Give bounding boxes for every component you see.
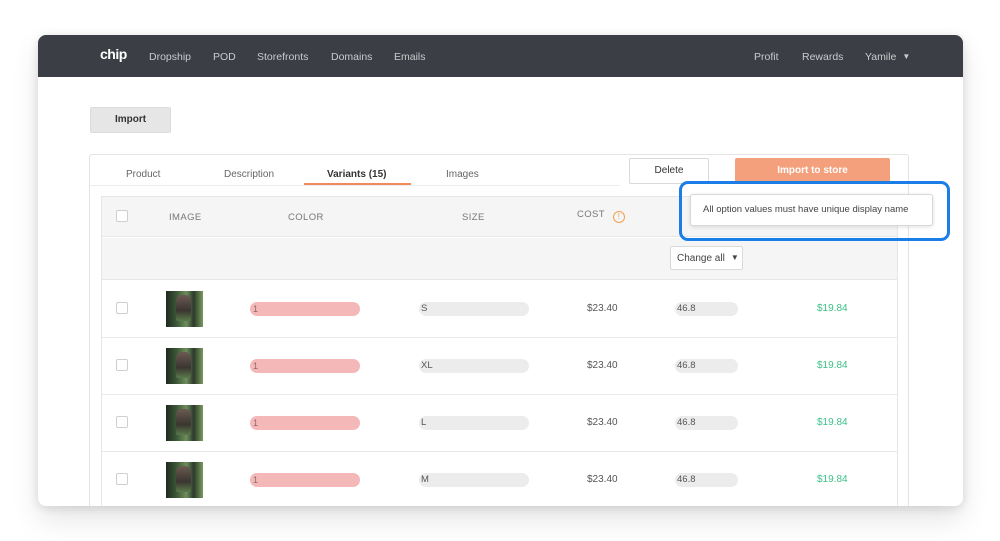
nav-link-dropship[interactable]: Dropship bbox=[149, 51, 191, 63]
nav-link-storefronts[interactable]: Storefronts bbox=[257, 51, 308, 63]
size-input[interactable]: S bbox=[419, 302, 529, 316]
color-input[interactable]: 1 bbox=[250, 302, 360, 316]
size-input[interactable]: M bbox=[419, 473, 529, 487]
header-color: COLOR bbox=[288, 212, 324, 223]
user-name: Yamile bbox=[865, 51, 897, 63]
profit-value: $19.84 bbox=[817, 417, 848, 428]
variant-thumbnail bbox=[166, 348, 203, 384]
variant-thumbnail bbox=[166, 291, 203, 327]
size-input[interactable]: XL bbox=[419, 359, 529, 373]
table-row: 1 L $23.40 46.8 $19.84 bbox=[102, 395, 897, 452]
top-navbar: chip Dropship POD Storefronts Domains Em… bbox=[38, 35, 963, 77]
change-all-label: Change all bbox=[677, 253, 725, 264]
chevron-down-icon: ▼ bbox=[902, 52, 911, 61]
nav-link-emails[interactable]: Emails bbox=[394, 51, 426, 63]
nav-link-domains[interactable]: Domains bbox=[331, 51, 372, 63]
select-all-checkbox[interactable] bbox=[116, 210, 128, 222]
header-cost-label: COST bbox=[577, 209, 605, 220]
price-input[interactable]: 46.8 bbox=[675, 416, 738, 430]
color-input[interactable]: 1 bbox=[250, 416, 360, 430]
profit-value: $19.84 bbox=[817, 303, 848, 314]
tab-images[interactable]: Images bbox=[446, 169, 479, 180]
bulk-edit-row: Change all ▼ bbox=[102, 238, 897, 280]
nav-link-pod[interactable]: POD bbox=[213, 51, 236, 63]
tabs-divider bbox=[90, 185, 620, 186]
app-window: chip Dropship POD Storefronts Domains Em… bbox=[38, 35, 963, 506]
import-button[interactable]: Import bbox=[90, 107, 171, 133]
tab-product[interactable]: Product bbox=[126, 169, 160, 180]
header-image: IMAGE bbox=[169, 212, 202, 223]
delete-button[interactable]: Delete bbox=[629, 158, 709, 184]
chevron-down-icon: ▼ bbox=[730, 253, 739, 262]
price-input[interactable]: 46.8 bbox=[675, 473, 738, 487]
header-size: SIZE bbox=[462, 212, 485, 223]
price-input[interactable]: 46.8 bbox=[675, 302, 738, 316]
change-all-dropdown[interactable]: Change all ▼ bbox=[670, 246, 743, 270]
row-checkbox[interactable] bbox=[116, 302, 128, 314]
tab-variants[interactable]: Variants (15) bbox=[327, 169, 386, 180]
user-menu[interactable]: Yamile ▼ bbox=[865, 51, 910, 63]
row-checkbox[interactable] bbox=[116, 473, 128, 485]
variant-thumbnail bbox=[166, 462, 203, 498]
cost-value: $23.40 bbox=[587, 417, 618, 428]
size-input[interactable]: L bbox=[419, 416, 529, 430]
row-checkbox[interactable] bbox=[116, 359, 128, 371]
variants-table: IMAGE COLOR SIZE COST! Change all ▼ 1 S $… bbox=[101, 196, 898, 506]
profit-value: $19.84 bbox=[817, 360, 848, 371]
table-row: 1 M $23.40 46.8 $19.84 bbox=[102, 452, 897, 506]
table-row: 1 S $23.40 46.8 $19.84 bbox=[102, 281, 897, 338]
info-circle-icon[interactable]: ! bbox=[613, 211, 625, 223]
nav-link-profit[interactable]: Profit bbox=[754, 51, 779, 63]
variant-thumbnail bbox=[166, 405, 203, 441]
import-to-store-button[interactable]: Import to store bbox=[735, 158, 890, 184]
header-cost: COST! bbox=[577, 209, 625, 223]
nav-link-rewards[interactable]: Rewards bbox=[802, 51, 843, 63]
cost-value: $23.40 bbox=[587, 303, 618, 314]
cost-value: $23.40 bbox=[587, 360, 618, 371]
table-row: 1 XL $23.40 46.8 $19.84 bbox=[102, 338, 897, 395]
row-checkbox[interactable] bbox=[116, 416, 128, 428]
tab-description[interactable]: Description bbox=[224, 169, 274, 180]
chip-logo[interactable]: chip bbox=[100, 46, 127, 62]
active-tab-indicator bbox=[304, 183, 411, 185]
profit-value: $19.84 bbox=[817, 474, 848, 485]
price-input[interactable]: 46.8 bbox=[675, 359, 738, 373]
validation-tooltip: All option values must have unique displ… bbox=[690, 194, 933, 226]
color-input[interactable]: 1 bbox=[250, 359, 360, 373]
cost-value: $23.40 bbox=[587, 474, 618, 485]
color-input[interactable]: 1 bbox=[250, 473, 360, 487]
